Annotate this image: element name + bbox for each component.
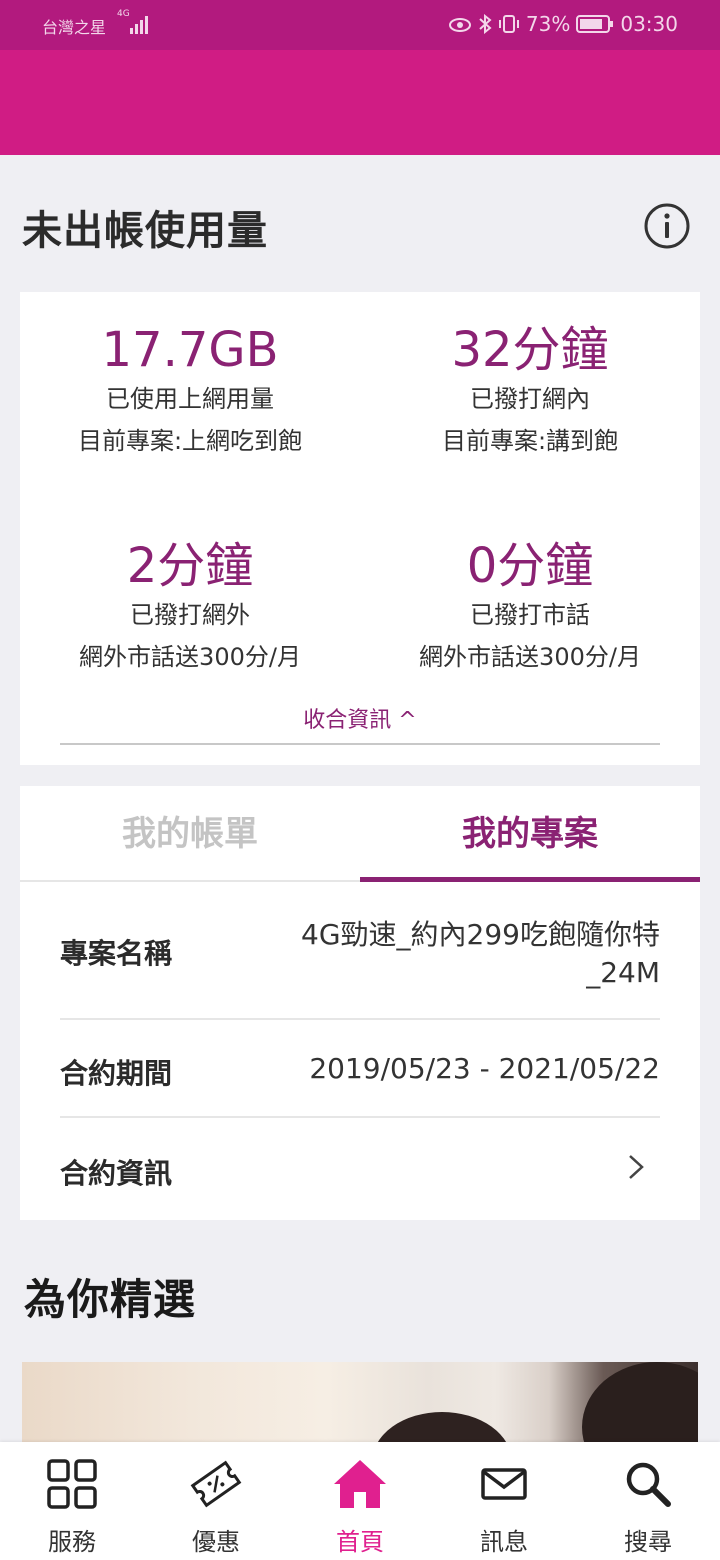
usage-data-cell: 17.7GB 已使用上網用量 目前專案:上網吃到飽 <box>20 322 360 462</box>
chevron-right-icon[interactable] <box>624 1152 648 1182</box>
usage-landline-cell: 0分鐘 已撥打市話 網外市話送300分/月 <box>360 538 700 678</box>
contract-period-label: 合約期間 <box>60 1057 173 1090</box>
usage-title: 未出帳使用量 <box>22 208 268 254</box>
nav-home[interactable]: 首頁 <box>288 1442 432 1560</box>
usage-onnet-cell: 32分鐘 已撥打網內 目前專案:講到飽 <box>360 322 700 462</box>
usage-plan: 網外市話送300分/月 <box>419 643 641 671</box>
contract-info-label[interactable]: 合約資訊 <box>60 1152 172 1192</box>
plan-name-line: 4G勁速_約內299吃飽隨你特 <box>301 918 660 951</box>
mail-icon <box>481 1468 527 1500</box>
usage-label: 已撥打網內 <box>470 385 590 413</box>
nav-label: 服務 <box>48 1528 96 1556</box>
usage-value: 0分鐘 <box>466 538 594 594</box>
home-icon <box>334 1460 386 1508</box>
nav-messages[interactable]: 訊息 <box>432 1442 576 1560</box>
status-bar: 台灣之星 4G 73% 03:30 <box>0 0 720 50</box>
usage-plan: 目前專案:上網吃到飽 <box>77 427 303 455</box>
carrier-name: 台灣之星 <box>42 18 107 37</box>
vibrate-icon <box>498 15 519 33</box>
header-banner <box>0 50 720 155</box>
usage-value: 17.7GB <box>101 322 279 378</box>
featured-title: 為你精選 <box>24 1275 197 1324</box>
usage-plan: 目前專案:講到飽 <box>441 427 619 455</box>
contract-period-value: 2019/05/23 - 2021/05/22 <box>309 1052 660 1085</box>
usage-offnet-cell: 2分鐘 已撥打網外 網外市話送300分/月 <box>20 538 360 678</box>
divider <box>60 743 660 745</box>
coupon-icon <box>190 1460 242 1508</box>
usage-label: 已撥打網外 <box>130 601 250 629</box>
featured-banner-image[interactable] <box>22 1362 698 1452</box>
search-icon <box>626 1462 671 1507</box>
usage-value: 2分鐘 <box>126 538 254 594</box>
signal-icon <box>130 16 148 34</box>
status-icons: 73% 03:30 <box>448 12 678 36</box>
tab-active-indicator <box>360 877 700 882</box>
tab-my-plan[interactable]: 我的專案 <box>360 786 700 882</box>
collapse-info-button[interactable]: 收合資訊 ^ <box>20 702 700 734</box>
network-type: 4G <box>117 9 130 19</box>
battery-percent: 73% <box>525 12 571 36</box>
usage-label: 已撥打市話 <box>470 601 590 629</box>
divider <box>60 1116 660 1118</box>
nav-offers[interactable]: 優惠 <box>144 1442 288 1560</box>
divider <box>60 1018 660 1020</box>
nav-label: 優惠 <box>192 1528 240 1556</box>
info-icon[interactable] <box>643 202 691 250</box>
nav-services[interactable]: 服務 <box>0 1442 144 1560</box>
bluetooth-icon <box>479 14 492 34</box>
usage-card: 17.7GB 已使用上網用量 目前專案:上網吃到飽 32分鐘 已撥打網內 目前專… <box>20 292 700 765</box>
usage-value: 32分鐘 <box>451 322 609 378</box>
nav-label: 搜尋 <box>624 1528 672 1556</box>
tab-my-bill[interactable]: 我的帳單 <box>20 786 360 882</box>
plan-name-line: _24M <box>586 956 660 989</box>
plan-name-value: 4G勁速_約內299吃飽隨你特 _24M <box>301 916 660 992</box>
battery-icon <box>576 15 614 33</box>
plan-name-label: 專案名稱 <box>60 937 173 970</box>
clock: 03:30 <box>620 12 678 36</box>
nav-label: 訊息 <box>480 1528 528 1556</box>
usage-plan: 網外市話送300分/月 <box>79 643 301 671</box>
usage-label: 已使用上網用量 <box>106 385 274 413</box>
account-tabs-card: 我的帳單 我的專案 專案名稱 4G勁速_約內299吃飽隨你特 _24M 合約期間… <box>20 786 700 1220</box>
grid-icon <box>47 1459 97 1509</box>
photo-person <box>582 1362 698 1452</box>
nav-search[interactable]: 搜尋 <box>576 1442 720 1560</box>
bottom-navigation: 服務 優惠 首頁 訊息 搜尋 <box>0 1442 720 1560</box>
nav-label: 首頁 <box>336 1528 384 1556</box>
eye-comfort-icon <box>448 18 471 32</box>
